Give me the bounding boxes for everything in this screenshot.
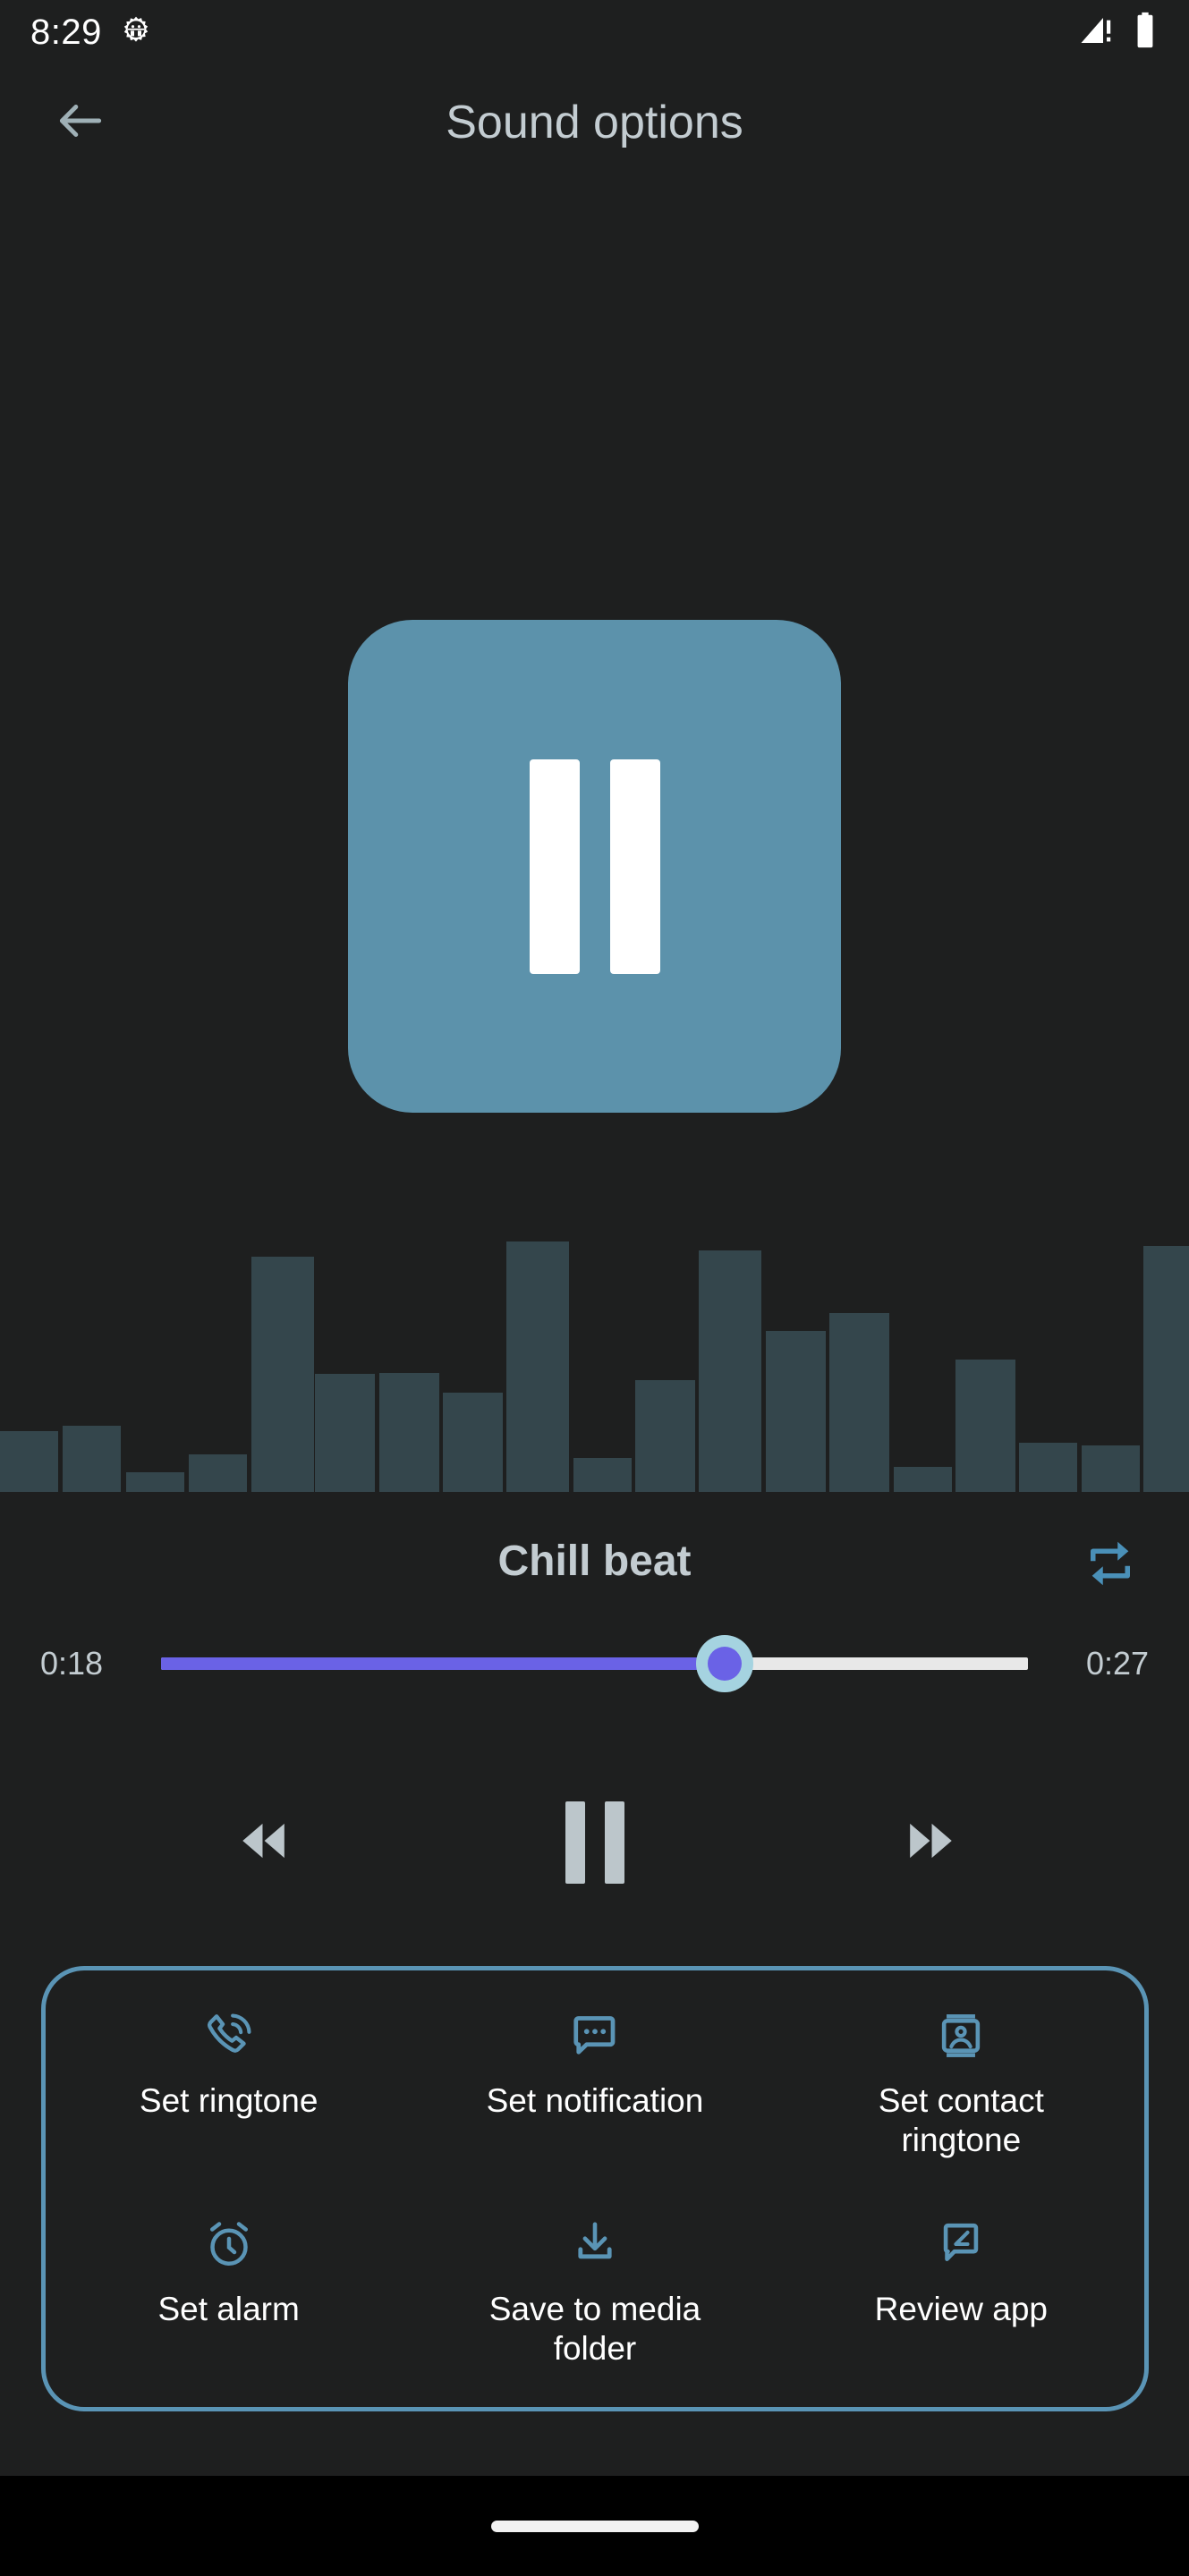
transport-controls (0, 1784, 1189, 1901)
waveform-bar (573, 1458, 632, 1492)
pause-bar-left (565, 1801, 585, 1884)
waveform-visualizer[interactable] (0, 1194, 1189, 1492)
android-bug-gear-icon (118, 14, 154, 50)
option-save-to-media-folder[interactable]: Save to media folder (412, 2199, 777, 2407)
options-row-2: Set alarm Save to media folder Review ap… (46, 2199, 1144, 2407)
track-title: Chill beat (497, 1537, 692, 1585)
waveform-bar (1019, 1443, 1077, 1492)
waveform-bar (506, 1241, 569, 1492)
waveform-bar (315, 1374, 375, 1492)
waveform-bar (635, 1380, 695, 1492)
status-bar-icons (1078, 11, 1159, 55)
waveform-bar (894, 1467, 952, 1492)
option-set-alarm[interactable]: Set alarm (46, 2199, 412, 2407)
waveform-bar (63, 1426, 121, 1492)
loop-button[interactable] (1067, 1522, 1153, 1608)
pause-icon-bar-right (609, 758, 660, 974)
time-elapsed: 0:18 (39, 1645, 104, 1682)
arrow-left-icon (53, 93, 108, 153)
option-set-ringtone[interactable]: Set ringtone (46, 1990, 412, 2199)
seek-thumb[interactable] (695, 1635, 753, 1692)
gesture-nav-bar (0, 2476, 1189, 2576)
page-title: Sound options (446, 97, 743, 148)
review-edit-icon (935, 2211, 987, 2277)
artwork-play-pause-button[interactable] (348, 620, 841, 1113)
option-set-notification[interactable]: Set notification (412, 1990, 777, 2199)
options-row-1: Set ringtone Set notification Set contac… (46, 1990, 1144, 2199)
waveform-bar (1143, 1246, 1189, 1492)
waveform-bar (189, 1454, 247, 1492)
signal-no-sim-icon (1078, 12, 1116, 54)
rewind-icon (231, 1808, 297, 1878)
waveform-bar (0, 1431, 58, 1492)
option-label: Set contact ringtone (878, 2082, 1044, 2158)
waveform-bar (955, 1360, 1015, 1492)
time-total: 0:27 (1085, 1645, 1150, 1682)
option-label: Set alarm (157, 2291, 300, 2327)
waveform-bar (126, 1472, 184, 1492)
option-label: Set notification (486, 2082, 704, 2119)
phone-ring-icon (201, 2003, 257, 2069)
back-button[interactable] (31, 73, 130, 172)
waveform-bar (1082, 1445, 1140, 1492)
option-set-contact-ringtone[interactable]: Set contact ringtone (778, 1990, 1144, 2199)
fast-forward-icon (897, 1808, 964, 1878)
status-time: 8:29 (30, 12, 102, 52)
waveform-bar (766, 1331, 826, 1492)
waveform-bar (443, 1393, 503, 1492)
seek-thumb-inner (707, 1647, 742, 1681)
waveform-bar (379, 1373, 439, 1492)
download-icon (569, 2211, 621, 2277)
seek-bar-row: 0:18 0:27 (0, 1621, 1189, 1707)
option-review-app[interactable]: Review app (778, 2199, 1144, 2407)
repeat-icon (1081, 1534, 1140, 1597)
seek-slider[interactable] (161, 1621, 1028, 1707)
play-pause-button[interactable] (528, 1789, 662, 1896)
status-bar: 8:29 (0, 0, 1189, 64)
rewind-button[interactable] (197, 1789, 331, 1896)
sound-options-panel: Set ringtone Set notification Set contac… (41, 1966, 1149, 2411)
contact-card-icon (935, 2003, 987, 2069)
message-bubble-icon (568, 2003, 622, 2069)
battery-full-icon (1132, 11, 1159, 55)
app-bar: Sound options (0, 64, 1189, 181)
waveform-bar (829, 1313, 889, 1492)
option-label: Review app (874, 2291, 1048, 2327)
alarm-clock-icon (202, 2211, 256, 2277)
track-info-row: Chill beat (0, 1512, 1189, 1610)
pause-icon-bar-left (529, 758, 580, 974)
home-gesture-pill[interactable] (490, 2520, 699, 2532)
fast-forward-button[interactable] (863, 1789, 998, 1896)
app-screen: 8:29 Sound options Chill beat 0:18 0:27 … (0, 0, 1189, 2576)
waveform-bar (251, 1257, 314, 1492)
option-label: Save to media folder (488, 2291, 701, 2367)
seek-track-fill (161, 1657, 725, 1670)
waveform-bar (699, 1250, 761, 1492)
pause-bar-right (605, 1801, 624, 1884)
option-label: Set ringtone (139, 2082, 318, 2119)
